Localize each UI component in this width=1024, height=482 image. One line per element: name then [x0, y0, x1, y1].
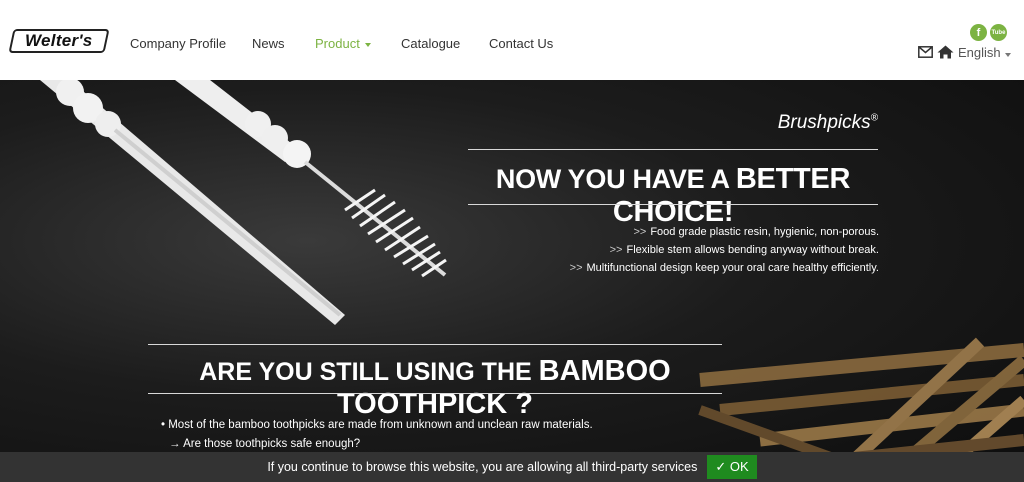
- divider: [468, 149, 878, 150]
- chevron-down-icon: [364, 42, 371, 47]
- youtube-icon[interactable]: Tube: [990, 24, 1007, 41]
- feature-text: Multifunctional design keep your oral ca…: [586, 262, 879, 274]
- facebook-glyph: f: [976, 26, 981, 39]
- nav-catalogue[interactable]: Catalogue: [401, 36, 460, 51]
- note-question-text: Are those toothpicks safe enough?: [183, 438, 361, 450]
- language-label: English: [958, 44, 1001, 60]
- feature-list: >> Food grade plastic resin, hygienic, no…: [570, 223, 879, 277]
- brand-logo[interactable]: Welter's: [8, 29, 110, 53]
- bullet-marker: >>: [609, 244, 623, 256]
- chevron-down-icon: [1004, 52, 1011, 57]
- note-bullet: • Most of the bamboo toothpicks are made…: [161, 419, 593, 431]
- logo-text: Welter's: [25, 31, 93, 50]
- registered-mark: ®: [870, 112, 878, 124]
- nav-product-label: Product: [315, 36, 360, 51]
- youtube-glyph: Tube: [991, 29, 1006, 36]
- brand-name: Brushpicks: [777, 112, 871, 133]
- headline2-prefix: ARE YOU STILL USING THE: [199, 358, 539, 386]
- headline1-prefix: NOW YOU HAVE A: [495, 164, 736, 194]
- feature-item: >> Multifunctional design keep your oral …: [570, 259, 879, 277]
- feature-text: Flexible stem allows bending anyway with…: [626, 244, 879, 256]
- nav-news[interactable]: News: [252, 36, 285, 51]
- home-icon[interactable]: [937, 45, 954, 59]
- language-selector[interactable]: English: [958, 45, 1011, 60]
- bullet-marker: >>: [633, 226, 647, 238]
- divider: [148, 344, 722, 345]
- nav-company-profile[interactable]: Company Profile: [130, 36, 226, 51]
- brushpick-right-image: [175, 80, 447, 278]
- feature-item: >> Flexible stem allows bending anyway wi…: [570, 241, 879, 259]
- feature-text: Food grade plastic resin, hygienic, non-…: [650, 226, 879, 238]
- feature-item: >> Food grade plastic resin, hygienic, no…: [570, 223, 879, 241]
- headline-bamboo-toothpick: ARE YOU STILL USING THE BAMBOO TOOTHPICK…: [148, 355, 722, 421]
- cookie-consent-bar: If you continue to browse this website, …: [0, 452, 1024, 482]
- cookie-message: If you continue to browse this website, …: [267, 460, 698, 474]
- divider: [468, 204, 878, 205]
- hero-banner: Brushpicks® NOW YOU HAVE A BETTER CHOICE…: [0, 80, 1024, 482]
- site-header: Welter's Company Profile News Product Ca…: [0, 0, 1024, 80]
- facebook-icon[interactable]: f: [970, 24, 987, 41]
- bullet-marker: >>: [569, 262, 583, 274]
- nav-contact-us[interactable]: Contact Us: [489, 36, 553, 51]
- cookie-ok-button[interactable]: ✓ OK: [707, 455, 757, 479]
- headline-better-choice: NOW YOU HAVE A BETTER CHOICE!: [468, 163, 878, 229]
- envelope-icon[interactable]: [918, 46, 933, 58]
- brand-title: Brushpicks®: [778, 112, 878, 134]
- arrow-icon: →: [169, 438, 181, 450]
- bamboo-notes: • Most of the bamboo toothpicks are made…: [161, 416, 593, 454]
- nav-product[interactable]: Product: [315, 36, 371, 51]
- divider: [148, 393, 722, 394]
- utility-bar: English: [918, 44, 1011, 60]
- brushpick-left-image: [40, 80, 345, 325]
